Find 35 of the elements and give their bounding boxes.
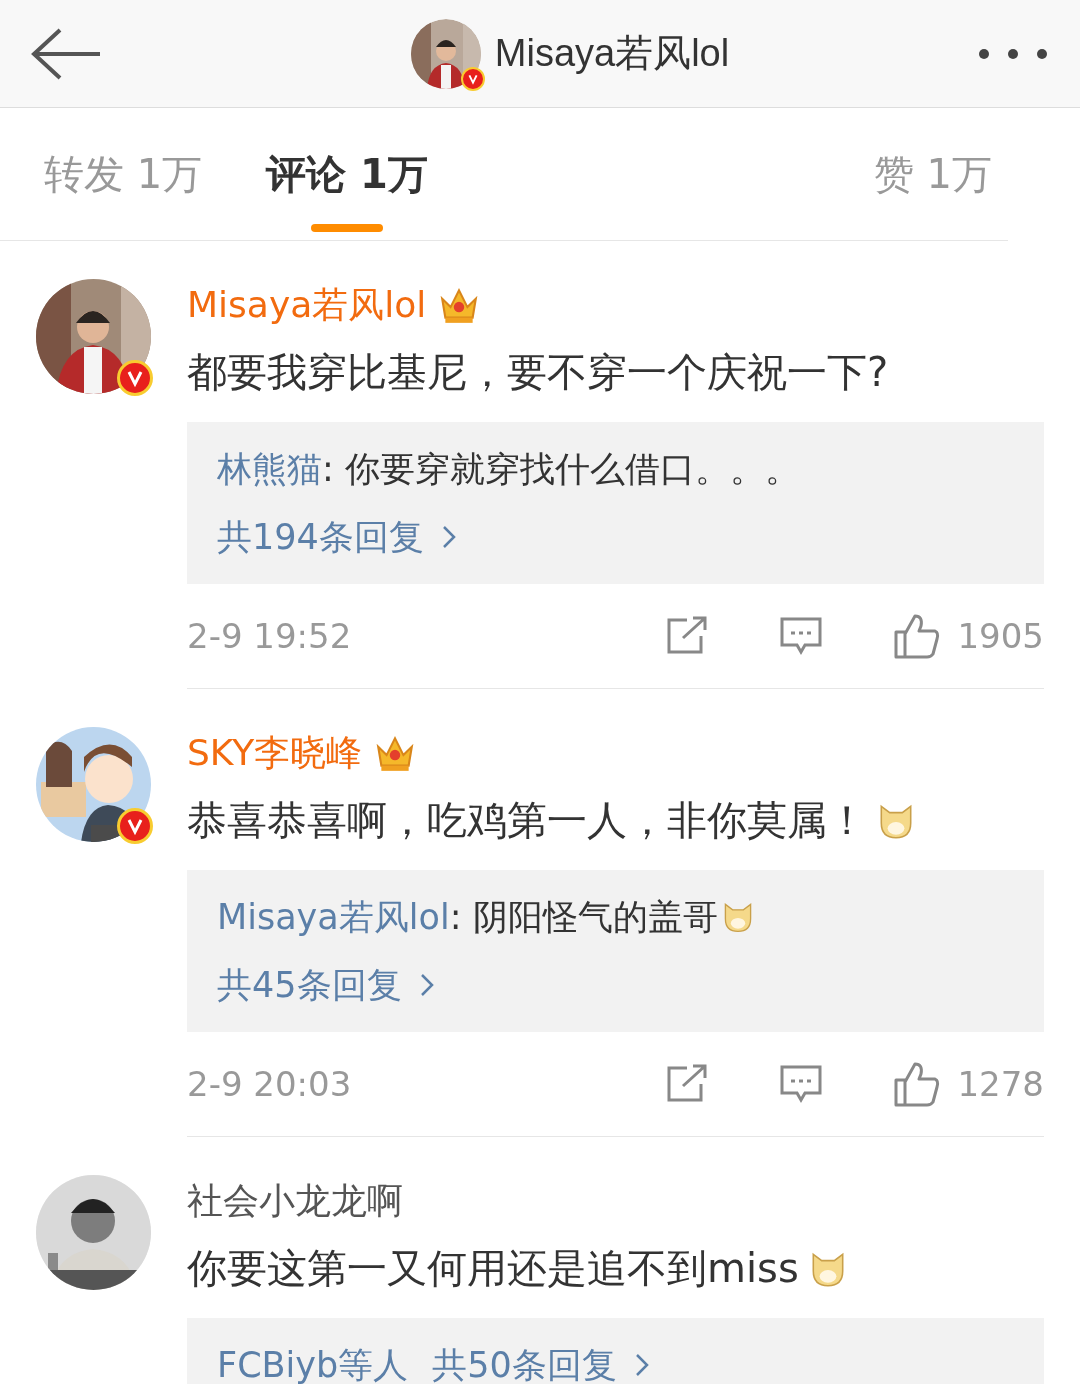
comment-icon[interactable] <box>779 616 824 656</box>
share-icon[interactable] <box>665 1064 710 1104</box>
reply-username[interactable]: FCBiyb等人 <box>217 1341 409 1384</box>
reply-box[interactable]: 林熊猫: 你要穿就穿找什么借口。。。 共194条回复 <box>187 422 1044 584</box>
like-count: 1905 <box>957 616 1044 656</box>
reply-count-link[interactable]: 共45条回复 <box>217 961 402 1009</box>
reply-username[interactable]: 林熊猫 <box>217 445 322 493</box>
comment-icon[interactable] <box>779 1064 824 1104</box>
tab[interactable]: 评论 1万 <box>266 108 428 240</box>
username[interactable]: SKY李晓峰 <box>187 728 363 778</box>
reply-count-link[interactable]: 共50条回复 <box>432 1341 617 1384</box>
share-icon[interactable] <box>665 616 710 656</box>
more-icon[interactable] <box>978 47 1048 60</box>
thumbs-up-icon[interactable] <box>893 612 942 660</box>
reply-text: : 阴阳怪气的盖哥 <box>449 895 718 939</box>
timestamp: 2-9 19:52 <box>187 616 353 656</box>
comment-text: 都要我穿比基尼，要不穿一个庆祝一下? <box>187 348 889 397</box>
username[interactable]: Misaya若风lol <box>187 280 427 330</box>
chevron-right-icon[interactable] <box>441 525 456 549</box>
chevron-right-icon[interactable] <box>419 973 434 997</box>
tab[interactable]: 转发 1万 <box>44 108 203 240</box>
window-title: Misaya若风lol <box>494 31 730 76</box>
thumbs-up-icon[interactable] <box>893 1060 942 1108</box>
chevron-right-icon[interactable] <box>634 1353 649 1377</box>
like-count: 1278 <box>957 1064 1044 1104</box>
reply-box[interactable]: Misaya若风lol: 阴阳怪气的盖哥 共45条回复 <box>187 870 1044 1032</box>
comment-text: 你要这第一又何用还是追不到miss <box>187 1244 799 1293</box>
reply-username[interactable]: Misaya若风lol <box>217 893 450 941</box>
reply-count-link[interactable]: 共194条回复 <box>217 513 424 561</box>
comment-text: 恭喜恭喜啊，吃鸡第一人，非你莫属！ <box>187 796 867 845</box>
timestamp: 2-9 20:03 <box>187 1064 353 1104</box>
tab[interactable]: 赞 1万 <box>873 108 992 240</box>
reply-box[interactable]: FCBiyb等人 共50条回复 <box>187 1318 1044 1384</box>
username[interactable]: 社会小龙龙啊 <box>187 1176 403 1226</box>
reply-text: : 你要穿就穿找什么借口。。。 <box>322 447 800 491</box>
